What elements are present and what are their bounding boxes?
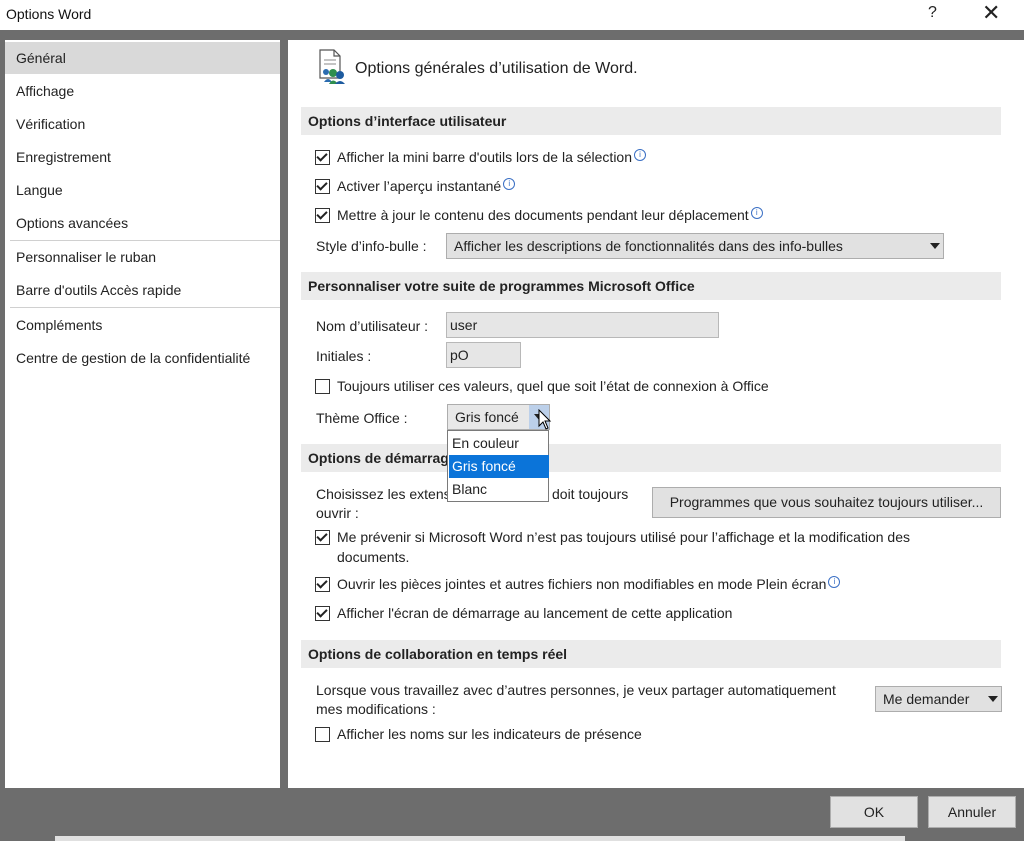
theme-select[interactable]: Gris foncé — [447, 404, 550, 430]
sidebar: Général Affichage Vérification Enregistr… — [5, 40, 280, 788]
help-button[interactable]: ? — [928, 4, 937, 22]
mini-toolbar-label: Afficher la mini barre d'outils lors de … — [337, 149, 632, 165]
ok-button[interactable]: OK — [830, 796, 918, 828]
theme-label: Thème Office : — [316, 410, 408, 426]
always-use-checkbox[interactable] — [315, 379, 330, 394]
chevron-down-icon — [988, 696, 998, 702]
choose-extensions-text-1: Choisissez les extens — [316, 486, 451, 502]
show-start-screen-label: Afficher l'écran de démarrage au lanceme… — [337, 605, 733, 621]
warn-default-label-2: documents. — [337, 549, 410, 565]
sidebar-item-quick-access[interactable]: Barre d'outils Accès rapide — [5, 274, 280, 306]
content-pane: Options générales d’utilisation de Word.… — [288, 40, 1024, 788]
sidebar-divider — [10, 307, 280, 308]
live-preview-label: Activer l’aperçu instantané — [337, 178, 502, 194]
show-names-checkbox[interactable] — [315, 727, 330, 742]
live-preview-label-row: Activer l’aperçu instantané i — [337, 178, 516, 194]
open-attachments-label: Ouvrir les pièces jointes et autres fich… — [337, 576, 827, 592]
open-attachments-label-row: Ouvrir les pièces jointes et autres fich… — [337, 576, 841, 592]
theme-value: Gris foncé — [455, 409, 519, 425]
section-startup: Options de démarrage — [301, 444, 1001, 472]
info-icon[interactable]: i — [828, 576, 841, 588]
page-title: Options générales d’utilisation de Word. — [355, 60, 638, 77]
share-changes-label-1: Lorsque vous travaillez avec d’autres pe… — [316, 682, 836, 698]
open-attachments-checkbox[interactable] — [315, 577, 330, 592]
mini-toolbar-checkbox[interactable] — [315, 150, 330, 165]
initials-field[interactable]: pO — [446, 342, 521, 368]
show-start-screen-checkbox[interactable] — [315, 606, 330, 621]
sidebar-item-advanced[interactable]: Options avancées — [5, 207, 280, 239]
sidebar-item-save[interactable]: Enregistrement — [5, 141, 280, 173]
section-collaboration: Options de collaboration en temps réel — [301, 640, 1001, 668]
close-button[interactable]: ✕ — [982, 1, 1000, 25]
tooltip-style-label: Style d’info-bulle : — [316, 238, 427, 254]
cancel-button[interactable]: Annuler — [928, 796, 1016, 828]
info-icon[interactable]: i — [750, 207, 763, 219]
info-icon[interactable]: i — [634, 149, 646, 161]
warn-default-label-1: Me prévenir si Microsoft Word n’est pas … — [337, 529, 910, 545]
info-icon[interactable]: i — [503, 178, 516, 190]
always-use-label: Toujours utiliser ces valeurs, quel que … — [337, 378, 769, 394]
chevron-down-icon — [930, 243, 940, 249]
sidebar-item-trust-center[interactable]: Centre de gestion de la confidentialité — [5, 342, 280, 374]
bottom-strip — [55, 836, 905, 841]
sidebar-item-proofing[interactable]: Vérification — [5, 108, 280, 140]
mini-toolbar-label-row: Afficher la mini barre d'outils lors de … — [337, 149, 646, 165]
title-bar — [0, 0, 1024, 30]
sidebar-item-display[interactable]: Affichage — [5, 75, 280, 107]
live-preview-checkbox[interactable] — [315, 179, 330, 194]
tooltip-style-value: Afficher les descriptions de fonctionnal… — [454, 238, 843, 254]
theme-dropdown-list: En couleur Gris foncé Blanc — [447, 430, 549, 502]
sidebar-item-language[interactable]: Langue — [5, 174, 280, 206]
initials-label: Initiales : — [316, 348, 372, 364]
username-label: Nom d’utilisateur : — [316, 318, 429, 334]
choose-extensions-text-3: ouvrir : — [316, 505, 359, 521]
share-changes-value: Me demander — [883, 691, 970, 707]
theme-option-white[interactable]: Blanc — [449, 478, 549, 501]
window-title: Options Word — [6, 6, 92, 22]
share-changes-label-2: mes modifications : — [316, 701, 436, 717]
general-options-icon — [319, 49, 345, 84]
tooltip-style-select[interactable]: Afficher les descriptions de fonctionnal… — [446, 233, 944, 259]
username-field[interactable]: user — [446, 312, 719, 338]
theme-option-dark-gray[interactable]: Gris foncé — [449, 455, 549, 478]
default-programs-button[interactable]: Programmes que vous souhaitez toujours u… — [652, 487, 1001, 518]
share-changes-select[interactable]: Me demander — [875, 686, 1002, 712]
update-content-label-row: Mettre à jour le contenu des documents p… — [337, 207, 763, 223]
section-personalize: Personnaliser votre suite de programmes … — [301, 272, 1001, 300]
sidebar-item-general[interactable]: Général — [5, 42, 280, 74]
section-ui-options: Options d’interface utilisateur — [301, 107, 1001, 135]
update-content-label: Mettre à jour le contenu des documents p… — [337, 207, 749, 223]
show-names-label: Afficher les noms sur les indicateurs de… — [337, 726, 642, 742]
sidebar-item-addins[interactable]: Compléments — [5, 309, 280, 341]
sidebar-item-customize-ribbon[interactable]: Personnaliser le ruban — [5, 241, 280, 273]
theme-option-colorful[interactable]: En couleur — [449, 432, 549, 455]
choose-extensions-text-2: doit toujours — [552, 486, 629, 502]
warn-default-checkbox[interactable] — [315, 530, 330, 545]
update-content-checkbox[interactable] — [315, 208, 330, 223]
mouse-cursor-icon — [538, 409, 552, 430]
